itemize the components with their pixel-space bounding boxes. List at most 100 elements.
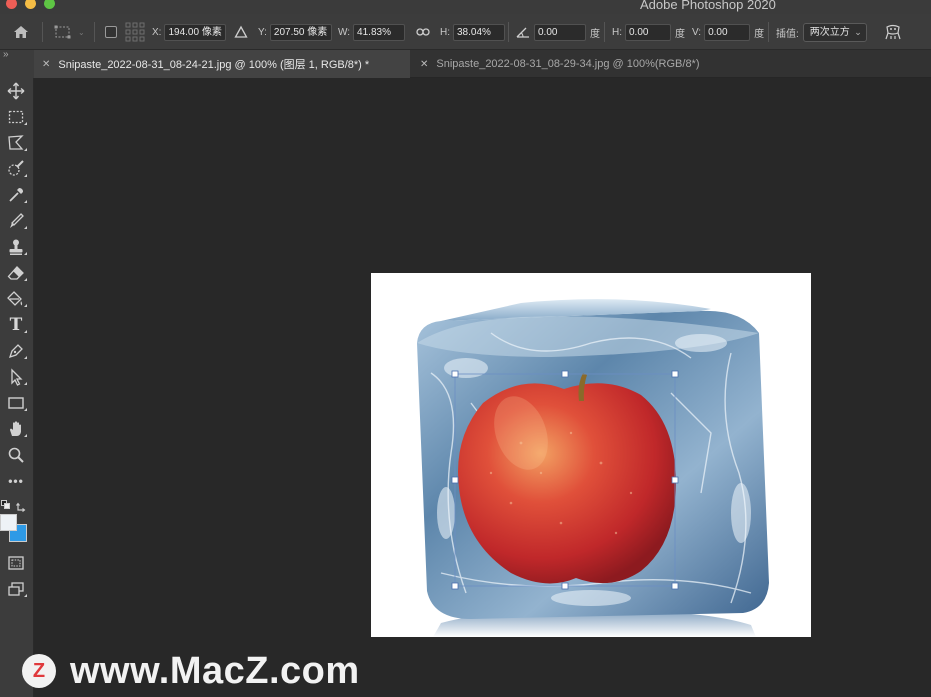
- width-label: W:: [338, 26, 351, 38]
- quick-selection-icon: [8, 160, 24, 176]
- vertical-skew-field[interactable]: 0.00: [704, 23, 751, 41]
- options-bar: ⌄ X: 194.00 像素 Y: 207.50 像素 W: 41.83% H:…: [0, 14, 931, 50]
- width-percent-field[interactable]: 41.83%: [353, 23, 406, 41]
- relative-position-toggle[interactable]: [234, 14, 248, 50]
- watermark: Z www.MacZ.com: [22, 648, 360, 694]
- brush-tool[interactable]: [3, 210, 29, 232]
- title-bar: Adobe Photoshop 2020: [0, 0, 931, 14]
- eraser-icon: [7, 266, 24, 280]
- transform-handle[interactable]: [561, 582, 569, 590]
- transform-preset-button[interactable]: ⌄: [54, 14, 85, 50]
- watermark-logo: Z: [22, 654, 56, 688]
- close-window-button[interactable]: [6, 0, 17, 9]
- y-label: Y:: [258, 26, 267, 38]
- transform-selection-icon: [54, 25, 71, 39]
- rotation-angle-field[interactable]: 0.00: [534, 23, 586, 41]
- screen-mode-button[interactable]: [3, 578, 29, 600]
- transform-handle[interactable]: [451, 582, 459, 590]
- lasso-tool[interactable]: [3, 132, 29, 154]
- eyedropper-tool[interactable]: [3, 184, 29, 206]
- move-icon: [7, 82, 25, 100]
- arrow-select-icon: [11, 368, 23, 386]
- paint-bucket-icon: [7, 291, 23, 306]
- warp-mode-icon: [885, 24, 901, 40]
- default-colors-icon[interactable]: [1, 500, 11, 510]
- height-percent-field[interactable]: 38.04%: [453, 23, 505, 41]
- foreground-color-swatch[interactable]: [0, 514, 17, 531]
- pen-icon: [8, 344, 23, 359]
- stamp-tool[interactable]: [3, 236, 29, 258]
- marquee-tool[interactable]: [3, 106, 29, 128]
- watermark-logo-letter: Z: [32, 659, 46, 682]
- brush-icon: [10, 213, 24, 228]
- link-icon: [416, 28, 430, 36]
- document-canvas[interactable]: [371, 273, 811, 637]
- close-tab-icon[interactable]: ✕: [42, 59, 50, 70]
- tab-label: Snipaste_2022-08-31_08-24-21.jpg @ 100% …: [58, 59, 370, 71]
- hand-icon: [10, 421, 21, 436]
- canvas-area[interactable]: [35, 79, 931, 697]
- eyedropper-icon: [9, 188, 23, 202]
- maintain-aspect-ratio-toggle[interactable]: [416, 14, 430, 50]
- y-position-field[interactable]: 207.50 像素: [269, 23, 332, 41]
- quick-mask-icon: [8, 556, 24, 570]
- pen-tool[interactable]: [3, 340, 29, 362]
- rotate-angle-icon: [516, 27, 529, 38]
- rectangle-shape-icon: [8, 397, 24, 409]
- toolbar-collapse-toggle[interactable]: »: [0, 50, 34, 78]
- tab-document-2[interactable]: ✕ Snipaste_2022-08-31_08-29-34.jpg @ 100…: [412, 50, 742, 78]
- transform-handle[interactable]: [561, 370, 569, 378]
- swap-colors-icon[interactable]: [16, 500, 28, 512]
- x-label: X:: [152, 26, 162, 38]
- rectangle-marquee-icon: [8, 110, 24, 124]
- polygon-lasso-icon: [8, 135, 24, 150]
- tools-panel: T •••: [0, 78, 34, 697]
- reference-point-checkbox[interactable]: [105, 14, 117, 50]
- type-icon: T: [9, 315, 23, 335]
- transform-handle[interactable]: [451, 476, 459, 484]
- close-tab-icon[interactable]: ✕: [420, 59, 428, 70]
- tab-document-1[interactable]: ✕ Snipaste_2022-08-31_08-24-21.jpg @ 100…: [34, 50, 410, 78]
- interpolation-select[interactable]: 两次立方 ⌄: [802, 22, 867, 42]
- reference-point-grid[interactable]: [125, 14, 145, 50]
- path-selection-tool[interactable]: [3, 366, 29, 388]
- screen-mode-icon: [8, 582, 24, 596]
- type-tool[interactable]: T: [3, 314, 29, 336]
- clone-stamp-icon: [9, 239, 23, 255]
- relative-position-icon: [234, 25, 248, 38]
- interpolation-value: 两次立方: [809, 26, 850, 38]
- home-button[interactable]: [12, 14, 30, 50]
- more-tools[interactable]: •••: [3, 470, 29, 492]
- transform-handle[interactable]: [671, 370, 679, 378]
- x-position-field[interactable]: 194.00 像素: [164, 23, 227, 41]
- skew-h-unit: 度: [675, 28, 685, 40]
- minimize-window-button[interactable]: [25, 0, 36, 9]
- eraser-tool[interactable]: [3, 262, 29, 284]
- reference-point-grid-icon: [125, 22, 145, 42]
- home-icon: [14, 26, 28, 38]
- watermark-text: www.MacZ.com: [70, 649, 360, 692]
- quick-mask-button[interactable]: [3, 552, 29, 574]
- interpolation-label: 插值:: [776, 28, 799, 40]
- zoom-window-button[interactable]: [44, 0, 55, 9]
- move-tool[interactable]: [3, 80, 29, 102]
- horizontal-skew-field[interactable]: 0.00: [625, 23, 671, 41]
- tab-label: Snipaste_2022-08-31_08-29-34.jpg @ 100%(…: [436, 58, 700, 70]
- apple-in-ice-image: [417, 299, 769, 637]
- zoom-icon: [8, 447, 24, 463]
- skew-v-label: V:: [692, 26, 702, 38]
- paint-bucket-tool[interactable]: [3, 288, 29, 310]
- quick-selection-tool[interactable]: [3, 158, 29, 180]
- rotation-unit: 度: [590, 28, 600, 40]
- transform-handle[interactable]: [671, 582, 679, 590]
- app-title: Adobe Photoshop 2020: [640, 0, 776, 12]
- more-icon: •••: [8, 474, 24, 488]
- chevron-down-icon: ⌄: [854, 26, 862, 37]
- transform-handle[interactable]: [451, 370, 459, 378]
- collapse-label: »: [3, 49, 9, 60]
- warp-mode-button[interactable]: [884, 14, 902, 50]
- zoom-tool[interactable]: [3, 444, 29, 466]
- rectangle-tool[interactable]: [3, 392, 29, 414]
- transform-handle[interactable]: [671, 476, 679, 484]
- hand-tool[interactable]: [3, 418, 29, 440]
